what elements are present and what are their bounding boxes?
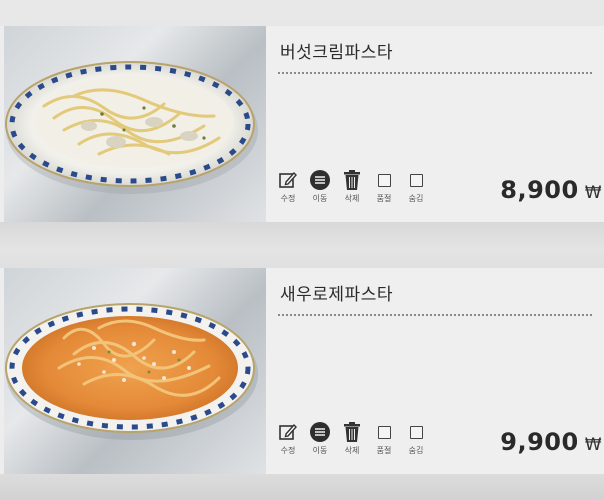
- hide-label: 숨김: [408, 446, 424, 455]
- card-separator: [0, 222, 604, 268]
- menu-info: 새우로제파스타 수정 이동 삭제 품절 숨김 9,900 ₩: [266, 268, 604, 474]
- trash-icon: [341, 421, 363, 443]
- hide-checkbox[interactable]: 숨김: [404, 169, 428, 204]
- edit-icon: [277, 421, 299, 443]
- edit-label: 수정: [280, 194, 296, 203]
- menu-price: 8,900 ₩: [500, 176, 602, 204]
- dotted-divider: [278, 314, 592, 316]
- hide-checkbox[interactable]: 숨김: [404, 421, 428, 456]
- edit-icon: [277, 169, 299, 191]
- soldout-label: 품절: [376, 194, 392, 203]
- soldout-checkbox[interactable]: 품절: [372, 421, 396, 456]
- move-label: 이동: [312, 446, 328, 455]
- menu-management-screen: 버섯크림파스타 수정 이동 삭제 품절 숨김 8,900 ₩ 새우로제파스타 수…: [0, 0, 604, 500]
- price-value: 9,900: [500, 428, 579, 456]
- menu-card: 새우로제파스타 수정 이동 삭제 품절 숨김 9,900 ₩: [0, 268, 604, 474]
- currency-symbol: ₩: [584, 183, 602, 203]
- edit-button[interactable]: 수정: [276, 169, 300, 204]
- menu-name: 버섯크림파스타: [280, 43, 393, 63]
- delete-button[interactable]: 삭제: [340, 169, 364, 204]
- menu-name: 새우로제파스타: [280, 285, 393, 305]
- action-bar: 수정 이동 삭제 품절 숨김: [276, 421, 428, 456]
- move-icon: [309, 421, 331, 443]
- soldout-checkbox[interactable]: 품절: [372, 169, 396, 204]
- action-bar: 수정 이동 삭제 품절 숨김: [276, 169, 428, 204]
- menu-photo-rose-pasta: [4, 268, 266, 474]
- menu-photo-cream-pasta: [4, 26, 266, 222]
- soldout-label: 품절: [376, 446, 392, 455]
- checkbox-icon: [405, 421, 427, 443]
- checkbox-icon: [373, 421, 395, 443]
- checkbox-icon: [405, 169, 427, 191]
- trash-icon: [341, 169, 363, 191]
- move-button[interactable]: 이동: [308, 421, 332, 456]
- move-icon: [309, 169, 331, 191]
- move-label: 이동: [312, 194, 328, 203]
- price-value: 8,900: [500, 176, 579, 204]
- edit-label: 수정: [280, 446, 296, 455]
- move-button[interactable]: 이동: [308, 169, 332, 204]
- checkbox-icon: [373, 169, 395, 191]
- menu-info: 버섯크림파스타 수정 이동 삭제 품절 숨김 8,900 ₩: [266, 26, 604, 222]
- menu-price: 9,900 ₩: [500, 428, 602, 456]
- menu-card: 버섯크림파스타 수정 이동 삭제 품절 숨김 8,900 ₩: [0, 26, 604, 222]
- delete-label: 삭제: [344, 446, 360, 455]
- dotted-divider: [278, 72, 592, 74]
- delete-button[interactable]: 삭제: [340, 421, 364, 456]
- currency-symbol: ₩: [584, 435, 602, 455]
- edit-button[interactable]: 수정: [276, 421, 300, 456]
- screen-bottom: [0, 474, 604, 500]
- delete-label: 삭제: [344, 194, 360, 203]
- hide-label: 숨김: [408, 194, 424, 203]
